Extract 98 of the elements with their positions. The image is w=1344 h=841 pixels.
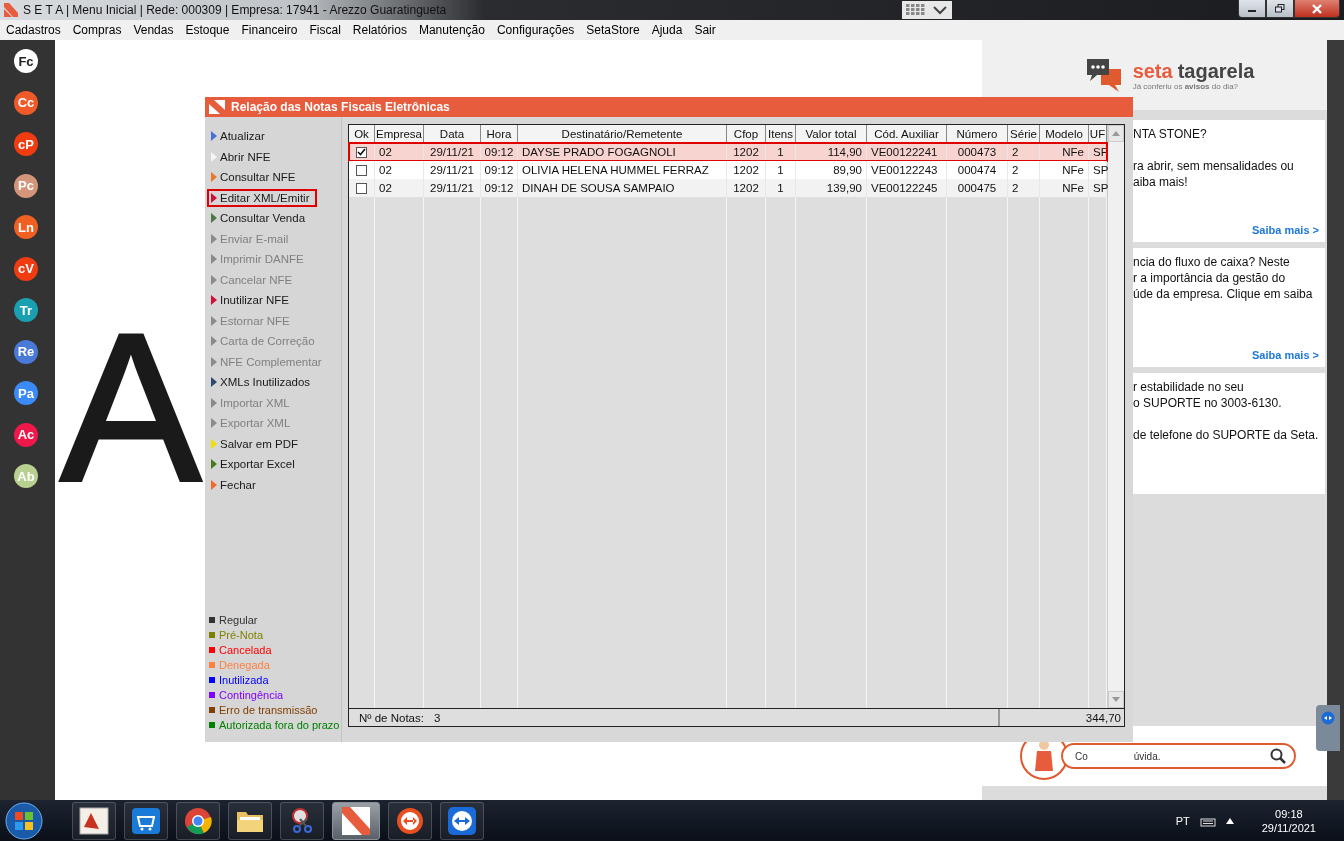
- news-text: r estabilidade no seu: [1133, 379, 1244, 395]
- dialog-title: Relação das Notas Fiscais Eletrônicas: [231, 100, 450, 114]
- legend-label: Denegada: [219, 658, 270, 671]
- table-cell: 1202: [727, 179, 766, 197]
- module-button[interactable]: Re: [14, 339, 38, 364]
- table-cell: 2: [1008, 179, 1040, 197]
- app-logo-icon: [342, 806, 370, 835]
- action-link[interactable]: Abrir NFE: [207, 147, 275, 166]
- close-button[interactable]: [1294, 0, 1340, 18]
- table-cell: 1: [766, 179, 796, 197]
- basket-icon: [131, 806, 161, 835]
- browser-icon: [184, 806, 212, 835]
- table-cell: 29/11/21: [424, 179, 481, 197]
- news-text: de telefone do SUPORTE da Seta.: [1133, 427, 1319, 443]
- tray-expand-icon[interactable]: [1225, 817, 1234, 824]
- news-text: r a importância da gestão do: [1133, 270, 1286, 286]
- read-more-link[interactable]: Saiba mais >: [1252, 349, 1319, 361]
- table-cell: 02: [375, 179, 424, 197]
- news-text: NTA STONE?: [1133, 126, 1207, 142]
- news-text: ncia do fluxo de caixa? Neste: [1133, 254, 1290, 270]
- legend-label: Cancelada: [219, 643, 272, 656]
- news-text: úde da empresa. Clique em saiba: [1133, 286, 1313, 302]
- menu-item[interactable]: Ajuda: [651, 23, 689, 37]
- column-header[interactable]: UF: [1089, 125, 1107, 143]
- clock-time: 09:18: [1275, 807, 1303, 820]
- clock-date: 29/11/2021: [1261, 821, 1316, 834]
- table-cell: 139,90: [796, 179, 867, 197]
- news-text: o SUPORTE no 3003-6130.: [1133, 395, 1282, 411]
- legend-label: Regular: [219, 613, 258, 626]
- legend-label: Pré-Nota: [219, 628, 264, 641]
- menu-item[interactable]: Configurações: [496, 23, 581, 37]
- table-cell: 000475: [947, 179, 1008, 197]
- legend-label: Contingência: [219, 688, 284, 701]
- news-text: aiba mais!: [1133, 174, 1188, 190]
- table-cell: NFe: [1040, 179, 1089, 197]
- read-more-link[interactable]: Saiba mais >: [1252, 224, 1319, 236]
- close-icon: [1311, 3, 1323, 14]
- menu-item[interactable]: Estoque: [185, 23, 236, 37]
- checkbox[interactable]: [356, 164, 367, 176]
- app-logo-icon: [209, 100, 225, 114]
- action-link[interactable]: Atualizar: [207, 127, 269, 145]
- column-header[interactable]: Empresa: [375, 125, 424, 143]
- table-cell: 09:12: [481, 179, 518, 197]
- total-value: 344,70: [1085, 711, 1121, 724]
- news-text: ra abrir, sem mensalidades ou: [1133, 158, 1294, 174]
- tagline: Já conferiu os avisos do dia?: [1132, 81, 1239, 91]
- start-button[interactable]: [4, 800, 44, 841]
- module-button[interactable]: cP: [14, 132, 38, 156]
- menu-item[interactable]: Financeiro: [241, 23, 304, 37]
- table-row[interactable]: 02 29/11/21 09:12 OLIVIA HELENA HUMMEL FERRAZ 1202 1 89,90 VE00122243 000474 2 NFe SP: [349, 161, 1107, 179]
- menu-item[interactable]: SetaStore: [586, 23, 646, 37]
- action-link[interactable]: Consultar Venda: [207, 209, 310, 227]
- taskbar-button[interactable]: [332, 801, 380, 840]
- checkbox[interactable]: [356, 146, 367, 158]
- brand-name: tagarela: [1177, 59, 1255, 82]
- menu-item[interactable]: Compras: [72, 23, 128, 37]
- action-link[interactable]: Exportar Excel: [207, 455, 299, 473]
- menu-item[interactable]: Relatórios: [352, 23, 413, 37]
- grid-icon[interactable]: [906, 4, 926, 16]
- search-icon[interactable]: [1270, 748, 1286, 764]
- count-label: Nº de Notas:: [359, 711, 424, 724]
- table-row[interactable]: 02 29/11/21 09:12 DINAH DE SOUSA SAMPAIO 1202 1 139,90 VE00122245 000475 2 NFe SP: [349, 179, 1107, 197]
- chevron-down-icon[interactable]: [932, 5, 948, 15]
- remote-icon: [1321, 711, 1335, 725]
- legend-label: Inutilizada: [219, 673, 269, 686]
- search-field[interactable]: Co úvida.: [1061, 743, 1296, 769]
- menu-item[interactable]: Cadastros: [6, 23, 67, 37]
- restore-button[interactable]: [1266, 0, 1294, 18]
- app-logo-icon: [4, 3, 18, 17]
- language-indicator[interactable]: PT: [1175, 814, 1190, 827]
- action-link[interactable]: Fechar: [207, 475, 260, 494]
- restore-icon: [1275, 4, 1285, 13]
- legend-label: Erro de transmissão: [219, 703, 318, 716]
- count-value: 3: [433, 711, 441, 724]
- legend-label: Autorizada fora do prazo: [219, 718, 340, 731]
- menu-item[interactable]: Fiscal: [309, 23, 347, 37]
- app-icon: [79, 806, 109, 835]
- minimize-button[interactable]: [1238, 0, 1266, 18]
- action-link[interactable]: XMLs Inutilizados: [207, 373, 315, 391]
- module-button[interactable]: cV: [14, 256, 38, 281]
- checkbox[interactable]: [356, 182, 367, 194]
- brand-name: seta: [1132, 59, 1173, 82]
- table-cell: VE00122245: [867, 179, 947, 197]
- action-link[interactable]: Salvar em PDF: [207, 434, 302, 453]
- column-header[interactable]: Série: [1008, 125, 1040, 143]
- window-title: S E T A | Menu Inicial | Rede: 000309 | Empresa: 17941 - Arezzo Guaratingueta: [23, 3, 447, 17]
- column-header[interactable]: Itens: [766, 125, 796, 143]
- table-cell: DINAH DE SOUSA SAMPAIO: [518, 179, 727, 197]
- logo-letter: A: [60, 302, 202, 514]
- menu-item[interactable]: Manutenção: [418, 23, 491, 37]
- menu-item[interactable]: Sair: [694, 23, 722, 37]
- module-button[interactable]: Fc: [14, 49, 38, 73]
- remote-icon: [447, 805, 477, 836]
- action-link[interactable]: Consultar NFE: [207, 168, 300, 186]
- module-button[interactable]: Ac: [14, 422, 38, 447]
- action-link[interactable]: Editar XML/Emitir: [207, 188, 317, 207]
- action-link[interactable]: Inutilizar NFE: [207, 291, 294, 309]
- menu-item[interactable]: Vendas: [133, 23, 180, 37]
